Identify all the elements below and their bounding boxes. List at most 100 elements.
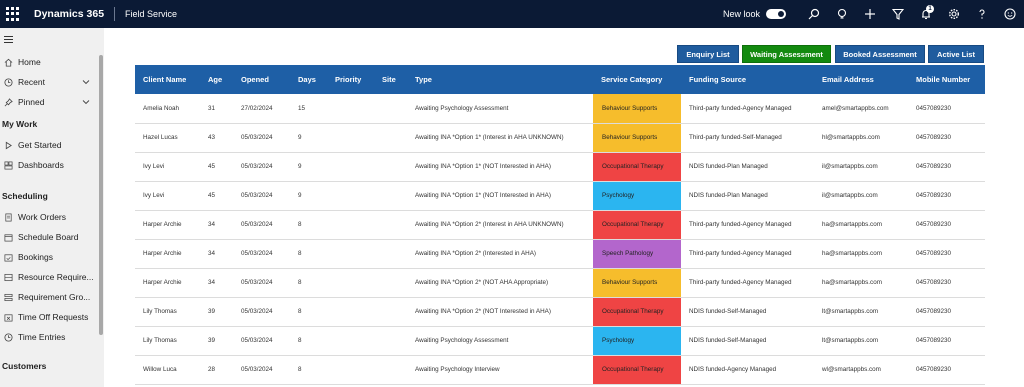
sidebar-item-bookings[interactable]: Bookings <box>0 248 98 266</box>
plus-icon[interactable] <box>856 0 884 28</box>
column-header-email-address[interactable]: Email Address <box>814 65 908 94</box>
cell-service-category: Occupational Therapy <box>593 152 681 182</box>
cell-opened: 05/03/2024 <box>233 326 290 356</box>
cell-funding-source: NDIS funded-Plan Managed <box>681 152 814 182</box>
title-divider <box>114 7 116 21</box>
sidebar-item-schedule-board[interactable]: Schedule Board <box>0 228 98 246</box>
cell-service-category: Occupational Therapy <box>593 297 681 327</box>
help-question-icon[interactable] <box>968 0 996 28</box>
cell-type: Awaiting INA *Option 1* (NOT Interested … <box>407 152 593 182</box>
cell-funding-source: NDIS funded-Agency Managed <box>681 355 814 385</box>
cell-type: Awaiting INA *Option 2* (Interest in AHA… <box>407 210 593 240</box>
cell-type: Awaiting Psychology Assessment <box>407 94 593 124</box>
cell-age: 31 <box>200 94 233 124</box>
enquiry-list-button[interactable]: Enquiry List <box>677 45 739 63</box>
cell-priority <box>327 123 374 153</box>
new-look-toggle[interactable] <box>766 9 786 19</box>
table-row[interactable]: Willow Luca 28 05/03/2024 8 Awaiting Psychol… <box>135 355 985 385</box>
chevron-down-icon[interactable] <box>82 78 90 86</box>
table-row[interactable]: Lily Thomas 39 05/03/2024 8 Awaiting INA *Op… <box>135 297 985 327</box>
table-row[interactable]: Hazel Lucas 43 05/03/2024 9 Awaiting INA *Op… <box>135 123 985 153</box>
sidebar-item-label: Recent <box>18 77 45 87</box>
app-name[interactable]: Field Service <box>125 9 177 19</box>
cell-age: 34 <box>200 268 233 298</box>
cell-opened: 05/03/2024 <box>233 268 290 298</box>
app-launcher-icon[interactable] <box>6 7 20 21</box>
sidebar-item-dashboards[interactable]: Dashboards <box>0 156 98 174</box>
cell-opened: 05/03/2024 <box>233 152 290 182</box>
cell-days: 8 <box>290 268 327 298</box>
section-my-work: My Work <box>2 119 38 129</box>
dashboard-icon <box>3 160 13 170</box>
cell-days: 9 <box>290 181 327 211</box>
cell-email-address: il@smartappbs.com <box>814 152 908 182</box>
column-header-funding-source[interactable]: Funding Source <box>681 65 814 94</box>
column-header-type[interactable]: Type <box>407 65 593 94</box>
cell-age: 43 <box>200 123 233 153</box>
waiting-assessment-button[interactable]: Waiting Assessment <box>742 45 831 63</box>
filter-icon[interactable] <box>884 0 912 28</box>
cell-opened: 05/03/2024 <box>233 210 290 240</box>
cell-mobile-number: 0457089230 <box>908 210 985 240</box>
cell-site <box>374 123 407 153</box>
table-row[interactable]: Amelia Noah 31 27/02/2024 15 Awaiting Psycho… <box>135 94 985 124</box>
cell-site <box>374 94 407 124</box>
cell-site <box>374 239 407 269</box>
settings-gear-icon[interactable] <box>940 0 968 28</box>
sidebar-item-home[interactable]: Home <box>0 53 98 71</box>
sidebar-item-pinned[interactable]: Pinned <box>0 93 98 111</box>
column-header-mobile-number[interactable]: Mobile Number <box>908 65 985 94</box>
sidebar-item-resource-requirements[interactable]: Resource Require... <box>0 268 98 286</box>
brand-title[interactable]: Dynamics 365 <box>34 8 104 20</box>
sidebar-scrollbar[interactable] <box>99 55 103 335</box>
cell-mobile-number: 0457089230 <box>908 152 985 182</box>
sidebar-item-label: Requirement Gro... <box>18 292 91 302</box>
column-header-opened[interactable]: Opened <box>233 65 290 94</box>
search-icon[interactable] <box>800 0 828 28</box>
cell-client-name: Hazel Lucas <box>135 123 200 153</box>
sidebar-item-requirement-groups[interactable]: Requirement Gro... <box>0 288 98 306</box>
cell-service-category: Psychology <box>593 326 681 356</box>
sidebar-item-get-started[interactable]: Get Started <box>0 136 98 154</box>
chevron-down-icon[interactable] <box>82 98 90 106</box>
cell-funding-source: NDIS funded-Plan Managed <box>681 181 814 211</box>
sidebar-item-label: Schedule Board <box>18 232 79 242</box>
column-header-age[interactable]: Age <box>200 65 233 94</box>
cell-type: Awaiting Psychology Interview <box>407 355 593 385</box>
cell-priority <box>327 355 374 385</box>
lightbulb-icon[interactable] <box>828 0 856 28</box>
cell-service-category: Psychology <box>593 181 681 211</box>
table-row[interactable]: Harper Archie 34 05/03/2024 8 Awaiting INA *… <box>135 210 985 240</box>
cell-age: 34 <box>200 210 233 240</box>
cell-mobile-number: 0457089230 <box>908 123 985 153</box>
column-header-days[interactable]: Days <box>290 65 327 94</box>
cell-site <box>374 268 407 298</box>
column-header-service-category[interactable]: Service Category <box>593 65 681 94</box>
table-row[interactable]: Lily Thomas 39 05/03/2024 8 Awaiting Psychol… <box>135 326 985 356</box>
cell-days: 15 <box>290 94 327 124</box>
sidebar-item-time-entries[interactable]: Time Entries <box>0 328 98 346</box>
sidebar-item-work-orders[interactable]: Work Orders <box>0 208 98 226</box>
column-header-client-name[interactable]: Client Name <box>135 65 200 94</box>
active-list-button[interactable]: Active List <box>928 45 984 63</box>
cell-email-address: il@smartappbs.com <box>814 181 908 211</box>
table-row[interactable]: Harper Archie 34 05/03/2024 8 Awaiting INA *… <box>135 268 985 298</box>
cell-days: 8 <box>290 210 327 240</box>
table-row[interactable]: Ivy Levi 45 05/03/2024 9 Awaiting INA *Optio… <box>135 152 985 182</box>
cell-funding-source: Third-party funded-Agency Managed <box>681 268 814 298</box>
sidebar-item-label: Time Off Requests <box>18 312 89 322</box>
booked-assessment-button[interactable]: Booked Assessment <box>835 45 925 63</box>
cell-opened: 05/03/2024 <box>233 239 290 269</box>
notification-bell-icon[interactable]: 1 <box>912 0 940 28</box>
hamburger-menu-icon[interactable] <box>4 36 13 45</box>
sidebar-item-time-off-requests[interactable]: Time Off Requests <box>0 308 98 326</box>
user-avatar-icon[interactable] <box>996 0 1024 28</box>
sidebar-item-recent[interactable]: Recent <box>0 73 98 91</box>
cell-client-name: Amelia Noah <box>135 94 200 124</box>
column-header-priority[interactable]: Priority <box>327 65 374 94</box>
table-row[interactable]: Harper Archie 34 05/03/2024 8 Awaiting INA *… <box>135 239 985 269</box>
table-row[interactable]: Ivy Levi 45 05/03/2024 9 Awaiting INA *Optio… <box>135 181 985 211</box>
column-header-site[interactable]: Site <box>374 65 407 94</box>
calendar-check-icon <box>3 252 13 262</box>
cell-site <box>374 210 407 240</box>
